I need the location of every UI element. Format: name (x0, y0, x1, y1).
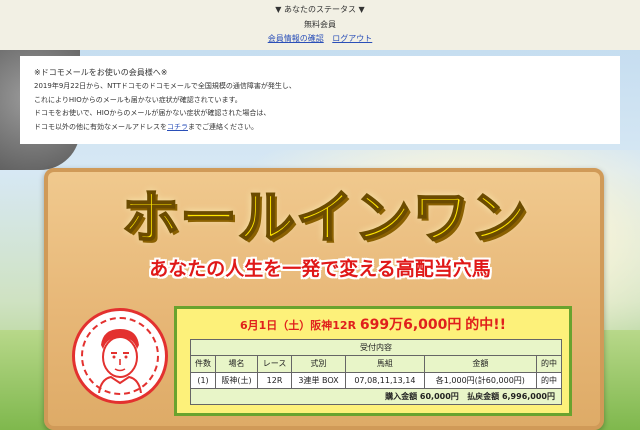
contact-link[interactable]: コチラ (167, 123, 188, 131)
table-cell: 3連単 BOX (291, 371, 347, 389)
notice-line: ドコモをお使いで、HIOからのメールが届かない症状が確認された場合は、 (34, 109, 271, 117)
table-cell: 07,08,11,13,14 (345, 371, 425, 389)
notice-last-suffix: までご連絡ください。 (188, 122, 258, 131)
table-cell: 12R (257, 371, 293, 389)
membership-type: 無料会員 (304, 20, 336, 29)
notice-line: これによりHIOからのメールも届かない症状が確認されています。 (34, 95, 242, 104)
table-header-row: 件数 場名 レース 式別 馬組 金額 的中 (189, 355, 563, 373)
column-header: 件数 (189, 355, 217, 373)
column-header: 的中 (535, 355, 563, 373)
member-info-link[interactable]: 会員情報の確認 (268, 34, 324, 43)
status-bar: ▼ あなたのステータス ▼ 無料会員 会員情報の確認 ログアウト (0, 0, 640, 50)
table-cell: 阪神(土) (215, 371, 259, 389)
column-header: レース (257, 355, 293, 373)
table-row: (1) 阪神(土) 12R 3連単 BOX 07,08,11,13,14 各1,… (189, 371, 563, 389)
column-header: 場名 (215, 355, 259, 373)
purchase-label: 購入金額 (385, 391, 418, 401)
column-header: 式別 (291, 355, 347, 373)
column-header: 馬組 (345, 355, 425, 373)
payout-value: 6,996,000円 (501, 391, 555, 401)
portrait-seal-icon (72, 308, 168, 404)
ticket-table: 受付内容 件数 場名 レース 式別 馬組 金額 的中 (1) 阪神(土) 12R… (189, 338, 563, 406)
totals-row: 購入金額 60,000円 払戻金額 6,996,000円 (190, 387, 562, 406)
logout-link[interactable]: ログアウト (332, 34, 372, 43)
docomo-notice: ※ドコモメールをお使いの会員様へ※ 2019年9月22日から、NTTドコモのドコ… (20, 56, 620, 144)
table-title: 受付内容 (190, 338, 562, 357)
table-cell: (1) (189, 371, 217, 389)
win-amount: 699万6,000円 (359, 317, 462, 333)
face-illustration (98, 329, 142, 393)
purchase-value: 60,000円 (419, 391, 459, 401)
notice-title: ※ドコモメールをお使いの会員様へ※ (34, 68, 168, 77)
subheadline: あなたの人生を一発で変える高配当穴馬 (149, 258, 491, 280)
notice-line: 2019年9月22日から、NTTドコモのドコモメールで全国規模の通信障害が発生し… (34, 82, 296, 90)
notice-last-prefix: ドコモ以外の他に有効なメールアドレスを (34, 122, 167, 131)
result-panel: 6月1日（土）阪神12R 699万6,000円 的中!! 受付内容 件数 場名 … (174, 306, 572, 416)
notice-line: ドコモ以外の他に有効なメールアドレスをコチラまでご連絡ください。 (34, 121, 606, 135)
status-heading: ▼ あなたのステータス ▼ (275, 5, 365, 14)
column-header: 金額 (423, 355, 537, 373)
payout-label: 払戻金額 (467, 391, 500, 401)
win-race: 6月1日（土）阪神12R (239, 319, 357, 332)
table-cell: 各1,000円(計60,000円) (423, 371, 537, 389)
win-announcement: 6月1日（土）阪神12R 699万6,000円 的中!! (177, 314, 569, 334)
table-cell: 的中 (535, 371, 563, 389)
headline: ホールインワン (121, 184, 528, 252)
totals: 購入金額 60,000円 払戻金額 6,996,000円 (190, 387, 562, 406)
status-links: 会員情報の確認 ログアウト (0, 33, 640, 44)
win-suffix: 的中!! (465, 317, 507, 333)
